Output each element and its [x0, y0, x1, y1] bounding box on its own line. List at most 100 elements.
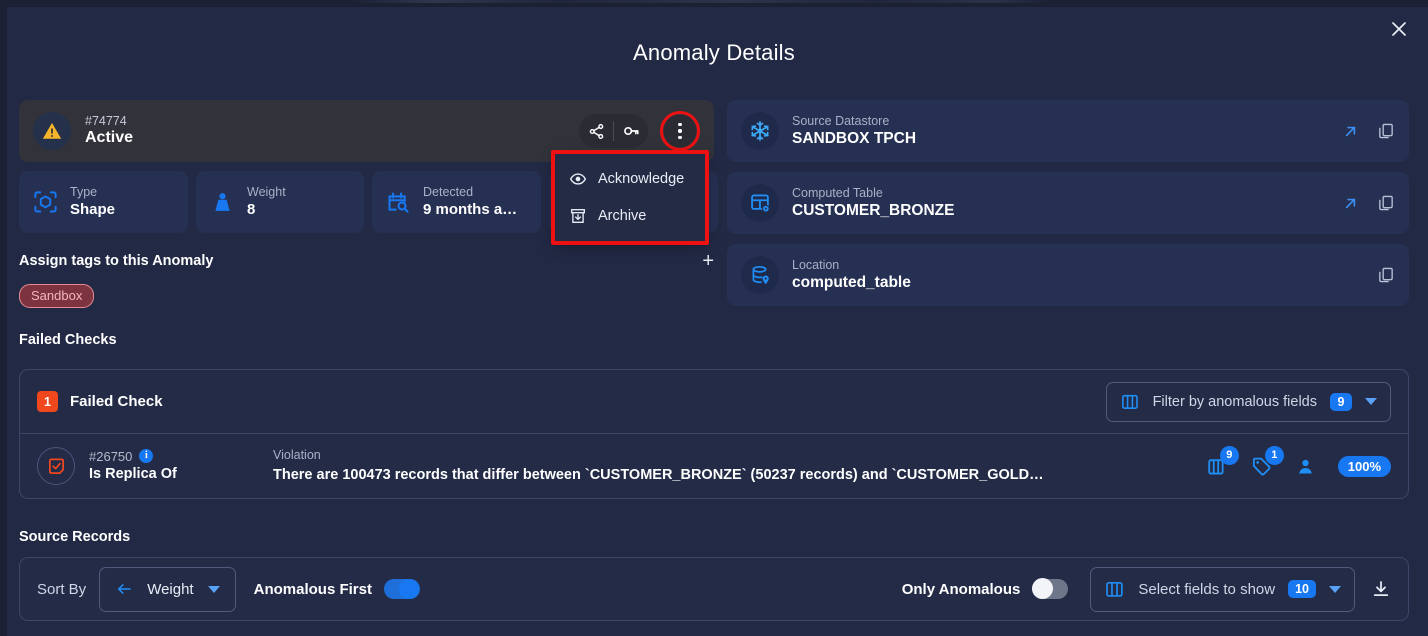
check-id-line: #26750 i [89, 449, 269, 465]
close-icon[interactable] [1386, 16, 1412, 42]
info-card-value: Shape [70, 201, 116, 218]
violation-label: Violation [273, 448, 321, 463]
info-card-value: 8 [247, 201, 256, 218]
check-id: #26750 [89, 448, 133, 464]
check-stats: 9 1 100% [1205, 445, 1391, 478]
user-icon [1298, 459, 1312, 473]
warning-glyph [42, 122, 62, 139]
close-glyph [1392, 22, 1406, 36]
menu-item-label: Acknowledge [598, 170, 685, 187]
action-pill-group [579, 114, 648, 148]
archive-icon [571, 208, 585, 223]
card-label: Location [792, 257, 840, 272]
assignee-stat[interactable] [1295, 456, 1316, 477]
violation-text: There are 100473 records that differ bet… [273, 466, 1044, 483]
snowflake-glyph [751, 121, 769, 141]
source-records-panel: Sort By Weight Anomalous First Only Anom… [19, 557, 1409, 621]
database-location-icon [741, 256, 779, 294]
failed-check-count-badge: 1 [37, 391, 58, 412]
table-gear-glyph [750, 194, 770, 213]
download-icon[interactable] [1371, 579, 1391, 599]
tag-list: Sandbox [19, 271, 714, 308]
filter-anomalous-fields-select[interactable]: Filter by anomalous fields 9 [1105, 381, 1391, 422]
arrow-left-icon[interactable] [115, 580, 133, 598]
card-actions [1342, 122, 1395, 140]
violation-column: Violation There are 100473 records that … [273, 448, 1191, 484]
menu-item-label: Archive [598, 207, 647, 224]
add-tag-button[interactable]: + [702, 251, 714, 271]
share-icon[interactable] [579, 114, 613, 148]
tag-chip-sandbox[interactable]: Sandbox [19, 284, 95, 308]
anomalous-first-toggle[interactable] [383, 579, 420, 599]
tags-stat[interactable]: 1 [1250, 445, 1284, 478]
copy-glyph [1379, 123, 1393, 139]
card-actions [1342, 194, 1395, 212]
filter-count-badge: 9 [1330, 392, 1352, 411]
info-card-label: Detected [423, 185, 474, 199]
kebab-dot [678, 129, 682, 133]
only-anomalous-label: Only Anomalous [901, 580, 1021, 598]
location-card: Location computed_table [727, 244, 1409, 306]
toggle-knob [1032, 578, 1054, 599]
copy-icon[interactable] [1377, 122, 1395, 140]
tags-count-badge: 1 [1264, 445, 1284, 465]
weight-icon [215, 192, 230, 211]
source-records-section: Source Records Sort By Weight Anomalous … [19, 529, 1409, 621]
left-gutter [0, 7, 7, 636]
kebab-menu-icon[interactable] [664, 115, 696, 147]
copy-glyph [1379, 267, 1393, 283]
fields-count-badge: 9 [1219, 445, 1239, 465]
failed-check-label: Failed Check [70, 393, 163, 410]
source-datastore-card: Source Datastore SANDBOX TPCH [727, 100, 1409, 162]
anomaly-details-modal: Anomaly Details #74774 Active Type Shape… [0, 0, 1428, 636]
calendar-search-icon [388, 191, 409, 213]
failed-checks-panel-header: 1 Failed Check Filter by anomalous field… [20, 370, 1408, 434]
anomaly-actions-menu: Acknowledge Archive [555, 154, 705, 241]
copy-icon[interactable] [1377, 194, 1395, 212]
key-icon[interactable] [614, 114, 648, 148]
only-anomalous-toggle[interactable] [1032, 578, 1069, 599]
open-external-icon[interactable] [1342, 195, 1359, 212]
columns-icon [1121, 394, 1138, 409]
menu-item-acknowledge[interactable]: Acknowledge [555, 160, 705, 197]
check-name: Is Replica Of [89, 466, 177, 483]
open-external-icon[interactable] [1342, 123, 1359, 140]
fields-stat[interactable]: 9 [1205, 445, 1239, 478]
copy-glyph [1379, 195, 1393, 211]
info-card-weight-texts: Weight 8 [247, 185, 286, 219]
more-actions-wrapper [660, 111, 700, 151]
match-percent-badge: 100% [1337, 455, 1391, 477]
page-title: Anomaly Details [633, 40, 795, 65]
computed-table-icon [741, 184, 779, 222]
info-card-label: Weight [247, 185, 286, 199]
download-glyph [1373, 581, 1389, 597]
kebab-dot [678, 122, 682, 127]
card-label: Source Datastore [792, 113, 890, 128]
failed-check-row[interactable]: #26750 i Is Replica Of Violation There a… [20, 434, 1408, 498]
select-fields-count-badge: 10 [1288, 580, 1316, 598]
arrow-up-right-glyph [1345, 126, 1356, 136]
copy-icon[interactable] [1377, 266, 1395, 284]
right-column: Source Datastore SANDBOX TPCH Computed T… [727, 100, 1409, 316]
info-icon[interactable]: i [139, 449, 154, 464]
failed-checks-panel-wrap: 1 Failed Check Filter by anomalous field… [19, 369, 1409, 499]
chevron-down-icon [1329, 585, 1341, 593]
info-card-type-texts: Type Shape [70, 185, 115, 219]
info-card-label: Type [70, 185, 98, 199]
failed-checks-section: Failed Checks [19, 332, 714, 348]
source-datastore-texts: Source Datastore SANDBOX TPCH [792, 114, 916, 149]
snowflake-icon [741, 112, 779, 150]
status-badge: Active [85, 129, 134, 147]
select-fields-to-show[interactable]: Select fields to show 10 [1090, 566, 1355, 612]
status-actions [579, 111, 700, 151]
check-square-icon [37, 447, 75, 485]
info-card-detected: Detected 9 months a… [372, 171, 541, 233]
menu-item-archive[interactable]: Archive [555, 197, 705, 234]
failed-checks-title: Failed Checks [19, 332, 117, 348]
sort-by-select[interactable]: Weight [99, 566, 236, 612]
assign-tags-header: Assign tags to this Anomaly + [19, 251, 714, 271]
location-texts: Location computed_table [792, 258, 911, 293]
computed-table-card: Computed Table CUSTOMER_BRONZE [727, 172, 1409, 234]
toggle-knob [398, 579, 419, 599]
sort-by-label: Sort By [37, 580, 87, 598]
